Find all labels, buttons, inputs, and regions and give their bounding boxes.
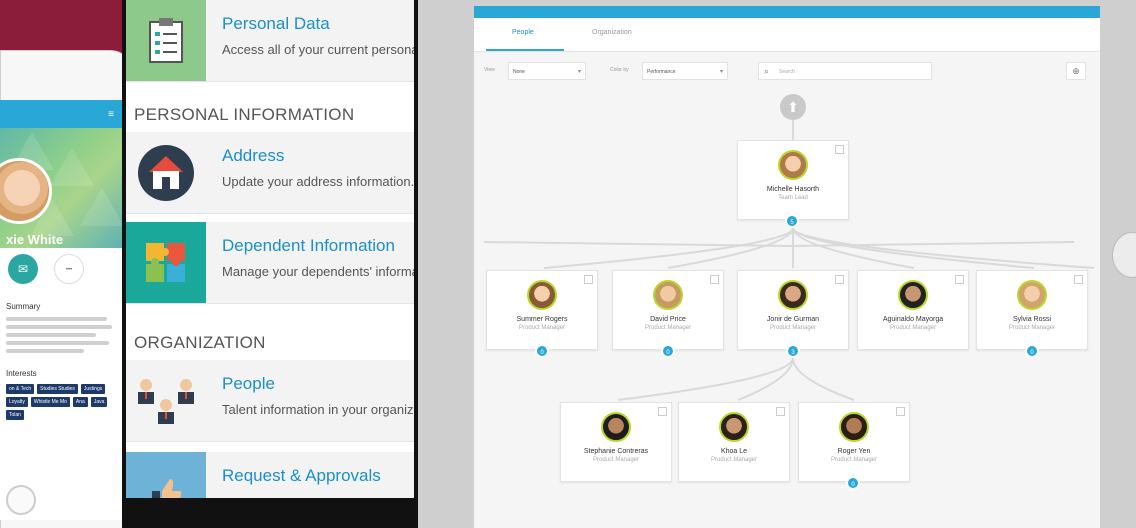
phone-screen: ≡ xie White Product Innovation ✉ ••• Sum…: [0, 100, 124, 520]
person-role: Product Manager: [592, 457, 640, 463]
org-chart-app: People Organization View None ▾ Color by…: [474, 6, 1100, 528]
direct-reports-badge[interactable]: 5: [785, 214, 799, 228]
menu-item-title: Address: [222, 146, 285, 165]
envelope-icon: ✉: [17, 262, 29, 276]
direct-reports-badge[interactable]: 3: [786, 344, 800, 358]
avatar: [1017, 280, 1047, 310]
select-checkbox[interactable]: [776, 407, 785, 416]
person-name: Summer Rogers: [516, 316, 568, 323]
person-role: Product Manager: [710, 457, 758, 463]
profile-actions: ✉ •••: [0, 248, 124, 298]
menu-item-desc: Manage your dependents' informa: [222, 264, 414, 279]
menu-item-personal-data[interactable]: Personal Data Access all of your current…: [126, 0, 414, 82]
menu-panel: Personal Data Access all of your current…: [126, 0, 414, 498]
select-checkbox[interactable]: [658, 407, 667, 416]
menu-item-title: People: [222, 374, 275, 393]
more-button[interactable]: •••: [54, 254, 84, 284]
select-checkbox[interactable]: [584, 275, 593, 284]
profile-hero: xie White Product Innovation: [0, 128, 124, 248]
interest-tag[interactable]: Whistle Me Mo: [30, 397, 70, 407]
org-card[interactable]: Aguinaldo Mayorga Product Manager: [857, 270, 969, 350]
person-name: Sylvia Rossi: [1012, 316, 1052, 323]
select-checkbox[interactable]: [1074, 275, 1083, 284]
menu-item-desc: Update your address information.: [222, 174, 414, 189]
person-role: Product Manager: [1008, 325, 1056, 331]
puzzle-icon: [126, 222, 206, 303]
summary-section: Summary Interests on & Tech Studies Stud…: [0, 302, 124, 420]
person-name: Khoa Le: [720, 448, 748, 455]
person-name: Michelle Hasorth: [766, 186, 820, 193]
phone-home-button[interactable]: [6, 485, 36, 515]
menu-item-title: Personal Data: [222, 14, 330, 33]
summary-title: Summary: [6, 302, 41, 311]
person-name: Jonir de Gurman: [766, 316, 820, 323]
house-icon: [126, 132, 206, 213]
avatar: [778, 150, 808, 180]
org-card[interactable]: Khoa Le Product Manager: [678, 402, 790, 482]
person-name: Roger Yen: [837, 448, 871, 455]
menu-item-address[interactable]: Address Update your address information.: [126, 132, 414, 214]
org-card[interactable]: Stephanie Contreras Product Manager: [560, 402, 672, 482]
person-name: David Price: [650, 316, 686, 323]
direct-reports-badge[interactable]: 0: [846, 476, 860, 490]
menu-item-people[interactable]: People Talent information in your organi…: [126, 360, 414, 442]
person-role: Product Manager: [830, 457, 878, 463]
avatar: [898, 280, 928, 310]
person-role: Product Manager: [769, 325, 817, 331]
person-name: Aguinaldo Mayorga: [882, 316, 944, 323]
section-header-organization: ORGANIZATION: [134, 333, 266, 352]
clipboard-icon: [126, 0, 206, 81]
menu-item-dependent-information[interactable]: Dependent Information Manage your depend…: [126, 222, 414, 304]
person-name: Stephanie Contreras: [583, 448, 649, 455]
person-role: Team Lead: [778, 195, 808, 201]
menu-item-title: Dependent Information: [222, 236, 395, 255]
interests-title: Interests: [6, 369, 37, 378]
interest-tag[interactable]: on & Tech: [6, 384, 35, 394]
interest-tag[interactable]: Ana: [72, 397, 88, 407]
direct-reports-badge[interactable]: 0: [1025, 344, 1039, 358]
avatar: [719, 412, 749, 442]
select-checkbox[interactable]: [896, 407, 905, 416]
mail-button[interactable]: ✉: [8, 254, 38, 284]
select-checkbox[interactable]: [955, 275, 964, 284]
interest-tag[interactable]: Studies Studies: [37, 384, 78, 394]
avatar: [778, 280, 808, 310]
direct-reports-badge[interactable]: 0: [661, 344, 675, 358]
menu-item-request-approvals[interactable]: Request & Approvals: [126, 452, 414, 498]
avatar: [653, 280, 683, 310]
interest-tag[interactable]: Java: [90, 397, 108, 407]
menu-item-desc: Access all of your current personal: [222, 42, 414, 57]
interest-tag[interactable]: Justings: [80, 384, 106, 394]
org-card[interactable]: Summer Rogers Product Manager: [486, 270, 598, 350]
phone-header: ≡: [0, 100, 124, 128]
org-card[interactable]: Jonir de Gurman Product Manager: [737, 270, 849, 350]
interest-tag[interactable]: Loyalty: [6, 397, 28, 407]
people-icon: [126, 360, 206, 441]
avatar: [601, 412, 631, 442]
select-checkbox[interactable]: [710, 275, 719, 284]
person-role: Product Manager: [889, 325, 937, 331]
org-card[interactable]: David Price Product Manager: [612, 270, 724, 350]
org-card-root[interactable]: Michelle Hasorth Team Lead: [737, 140, 849, 220]
org-card[interactable]: Roger Yen Product Manager: [798, 402, 910, 482]
avatar: [527, 280, 557, 310]
org-card[interactable]: Sylvia Rossi Product Manager: [976, 270, 1088, 350]
menu-item-desc: Talent information in your organiz: [222, 402, 414, 417]
avatar: [839, 412, 869, 442]
arrow-up-icon: ⬆: [787, 99, 799, 115]
select-checkbox[interactable]: [835, 145, 844, 154]
navigate-up-button[interactable]: ⬆: [780, 94, 806, 120]
interest-tag[interactable]: Tolan: [6, 410, 24, 420]
person-role: Product Manager: [644, 325, 692, 331]
thumbs-up-icon: [126, 452, 206, 498]
profile-name: xie White: [6, 232, 64, 247]
menu-item-title: Request & Approvals: [222, 466, 381, 485]
interest-tags: on & Tech Studies Studies Justings Loyal…: [6, 384, 118, 420]
person-role: Product Manager: [518, 325, 566, 331]
menu-icon[interactable]: ≡: [108, 109, 114, 120]
direct-reports-badge[interactable]: 0: [535, 344, 549, 358]
select-checkbox[interactable]: [835, 275, 844, 284]
section-header-personal-information: PERSONAL INFORMATION: [134, 105, 355, 124]
